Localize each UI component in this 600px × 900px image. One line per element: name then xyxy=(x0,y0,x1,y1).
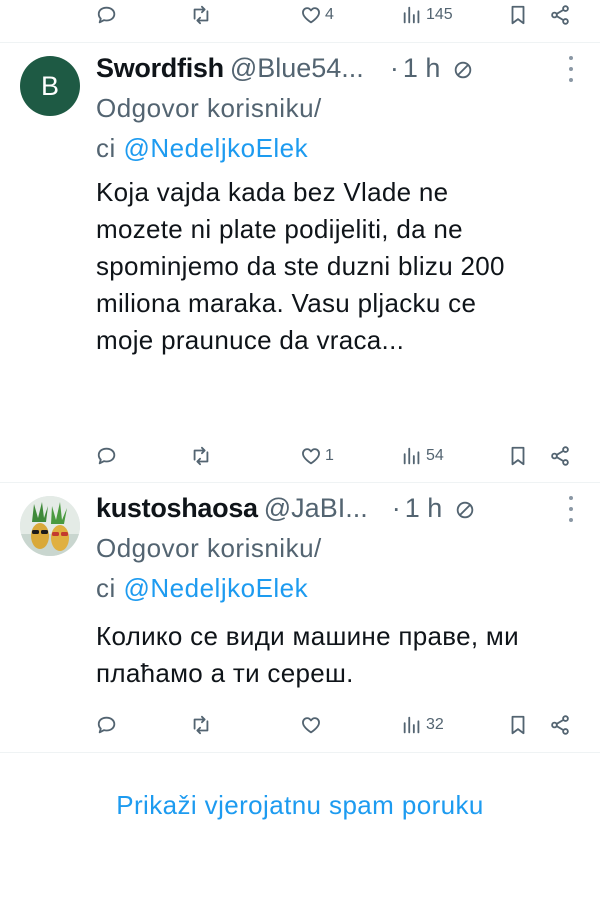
like-icon xyxy=(302,448,320,465)
restricted-reply-icon xyxy=(454,497,476,519)
mention-link[interactable]: @NedeljkoElek xyxy=(124,133,309,163)
tweet[interactable]: B Swordfish @Blue54... · 1 h Odgovor kor… xyxy=(0,50,600,480)
more-options-icon[interactable] xyxy=(568,56,574,82)
divider xyxy=(0,752,600,753)
share-button[interactable] xyxy=(549,0,571,32)
reply-button[interactable] xyxy=(96,439,118,473)
tweet-text: Koja vajda kada bez Vlade ne mozete ni p… xyxy=(96,177,505,355)
like-count: 1 xyxy=(325,447,334,464)
avatar-letter: B xyxy=(40,70,59,101)
like-button[interactable]: 1 xyxy=(300,439,334,473)
top-tweet-actions: 4 145 xyxy=(96,0,580,32)
bookmark-icon xyxy=(511,5,525,25)
mention-link[interactable]: @NedeljkoElek xyxy=(124,573,309,603)
bookmark-button[interactable] xyxy=(507,439,529,473)
share-button[interactable] xyxy=(549,708,571,742)
like-count: 4 xyxy=(325,6,334,23)
share-icon xyxy=(551,446,569,466)
reply-button[interactable] xyxy=(96,708,118,742)
like-icon xyxy=(302,7,320,24)
views-button[interactable]: 32 xyxy=(401,708,444,742)
timestamp[interactable]: 1 h xyxy=(405,493,443,524)
view-count: 54 xyxy=(426,447,444,464)
separator-dot: · xyxy=(391,492,401,523)
reply-prefix-tail: ci xyxy=(96,133,124,163)
user-handle[interactable]: @JaBI... xyxy=(264,493,368,524)
repost-button[interactable] xyxy=(190,439,212,473)
tweet-text: Колико се види машине праве, ми плаћамо … xyxy=(96,621,519,688)
bookmark-button[interactable] xyxy=(507,0,529,32)
view-count: 32 xyxy=(426,716,444,733)
like-icon xyxy=(302,717,320,734)
share-button[interactable] xyxy=(549,439,571,473)
repost-icon xyxy=(193,5,209,25)
timestamp[interactable]: 1 h xyxy=(403,53,441,84)
tweet-actions: 1 54 xyxy=(96,439,580,473)
divider xyxy=(0,42,600,43)
views-button[interactable]: 145 xyxy=(401,0,453,32)
reply-prefix-tail: ci xyxy=(96,573,124,603)
user-handle[interactable]: @Blue54... xyxy=(230,53,364,84)
views-icon xyxy=(403,716,420,734)
tweet[interactable]: kustoshaosa @JaBI... · 1 h Odgovor koris… xyxy=(0,490,600,750)
divider xyxy=(0,482,600,483)
tweet-actions: 32 xyxy=(96,708,580,742)
separator-dot: · xyxy=(389,52,399,83)
avatar[interactable]: B xyxy=(20,56,80,116)
views-icon xyxy=(403,6,420,24)
reply-icon xyxy=(97,447,116,465)
restricted-reply-icon xyxy=(452,57,474,79)
pineapples-avatar-image xyxy=(20,496,80,556)
avatar[interactable] xyxy=(20,496,80,556)
reply-icon xyxy=(97,716,116,734)
bookmark-icon xyxy=(511,446,525,466)
reply-prefix-line2: ci @NedeljkoElek xyxy=(96,568,396,608)
repost-button[interactable] xyxy=(190,708,212,742)
views-button[interactable]: 54 xyxy=(401,439,444,473)
repost-button[interactable] xyxy=(190,0,215,32)
display-name[interactable]: kustoshaosa xyxy=(96,493,258,524)
views-icon xyxy=(403,447,420,465)
tweet-header: Swordfish @Blue54... · 1 h xyxy=(96,50,474,86)
like-button[interactable]: 4 xyxy=(300,0,334,32)
show-probable-spam-link[interactable]: Prikaži vjerojatnu spam poruku xyxy=(0,790,600,821)
reply-context: Odgovor korisniku/ ci @NedeljkoElek xyxy=(96,528,396,608)
reply-context: Odgovor korisniku/ ci @NedeljkoElek xyxy=(96,88,396,168)
tweet-header: kustoshaosa @JaBI... · 1 h xyxy=(96,490,476,526)
reply-prefix: Odgovor korisniku/ xyxy=(96,93,322,123)
reply-prefix: Odgovor korisniku/ xyxy=(96,533,322,563)
reply-prefix-line2: ci @NedeljkoElek xyxy=(96,128,396,168)
like-button[interactable] xyxy=(300,708,325,742)
repost-icon xyxy=(193,446,209,466)
reply-icon xyxy=(97,6,116,24)
share-icon xyxy=(551,715,569,735)
repost-icon xyxy=(193,715,209,735)
reply-button[interactable] xyxy=(96,0,121,32)
view-count: 145 xyxy=(426,6,453,23)
bookmark-icon xyxy=(511,715,525,735)
share-icon xyxy=(551,5,569,25)
more-options-icon[interactable] xyxy=(568,496,574,522)
bookmark-button[interactable] xyxy=(507,708,529,742)
display-name[interactable]: Swordfish xyxy=(96,53,224,84)
